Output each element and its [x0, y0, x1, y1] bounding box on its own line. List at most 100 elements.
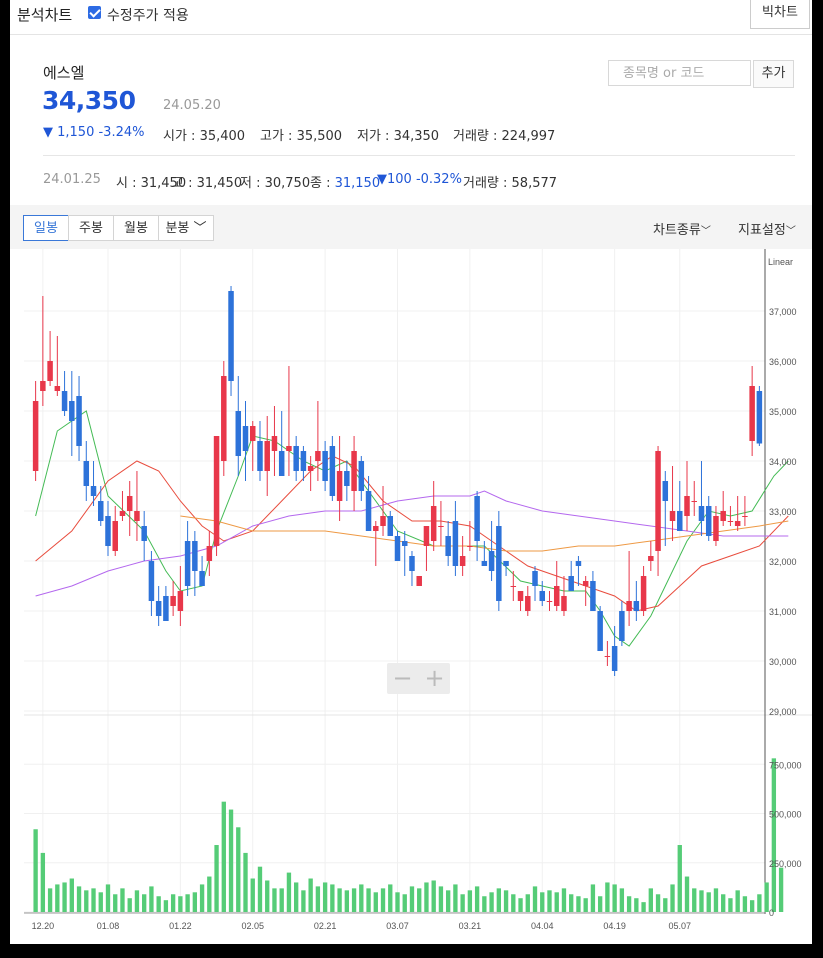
tab-daily[interactable]: 일봉: [23, 215, 69, 241]
chart-type-menu[interactable]: 차트종류﹀: [653, 219, 711, 238]
volume-bar: [315, 886, 321, 912]
candle-body: [517, 591, 524, 601]
tab-weekly[interactable]: 주봉: [68, 215, 114, 241]
volume-bar: [134, 890, 140, 912]
volume-tick-label: 750,000: [769, 760, 802, 770]
candle-body: [742, 516, 748, 517]
volume-bar: [489, 892, 494, 912]
indicator-settings-menu[interactable]: 지표설정﹀: [738, 219, 796, 238]
volume-bar: [547, 890, 552, 912]
volume-tick-label: 500,000: [769, 810, 802, 820]
volume-bar: [55, 884, 60, 912]
candle-body: [401, 541, 408, 546]
candle-body: [257, 441, 263, 471]
price-chart[interactable]: Linear 37,000 36,000 35,000 34,000 33,000 32,0…: [10, 249, 812, 944]
big-chart-button[interactable]: 빅차트: [750, 0, 810, 29]
volume-tick-label: 0: [769, 908, 774, 918]
candle-body: [720, 511, 726, 521]
candle-body: [40, 381, 46, 391]
tab-monthly[interactable]: 월봉: [113, 215, 159, 241]
candle-body: [430, 506, 437, 541]
volume-bar: [532, 886, 538, 912]
volume-bar: [322, 882, 328, 912]
trade-volume: 거래량 : 224,997: [453, 129, 556, 144]
volume-bar: [272, 888, 277, 912]
volume-bar: [453, 884, 458, 912]
tab-minute[interactable]: 분봉 ﹀: [158, 215, 214, 241]
candle-body: [199, 571, 205, 586]
stock-search-input[interactable]: 종목명 or 코드: [608, 60, 751, 86]
volume-bar: [163, 900, 169, 912]
candle-body: [604, 656, 611, 657]
candle-body: [713, 516, 719, 541]
candle-body: [438, 526, 444, 527]
volume-bar: [735, 890, 740, 912]
zoom-in-button[interactable]: +: [419, 664, 450, 692]
volume-bar: [561, 888, 567, 912]
volume-bar: [482, 896, 487, 912]
volume-bar: [605, 882, 610, 912]
volume-bar: [395, 892, 400, 912]
volume-bar: [91, 888, 96, 912]
candle-body: [119, 511, 126, 516]
candle-body: [539, 591, 546, 601]
price-tick-label: 32,000: [769, 557, 797, 567]
adjusted-price-checkbox[interactable]: [88, 6, 101, 19]
price-tick-label: 34,000: [769, 457, 797, 467]
volume-bar: [127, 898, 132, 912]
volume-bar: [778, 867, 784, 912]
candle-body: [669, 511, 676, 521]
candle-body: [467, 546, 473, 547]
candle-body: [532, 571, 538, 586]
volume-bar: [337, 888, 342, 912]
date-tick-label: 04.04: [531, 921, 554, 931]
chevron-down-icon: ﹀: [193, 221, 207, 236]
volume-bar: [503, 890, 509, 912]
price-tick-label: 35,000: [769, 407, 797, 417]
zoom-out-button[interactable]: −: [387, 664, 418, 692]
add-button[interactable]: 추가: [753, 60, 794, 88]
price-tick-label: 36,000: [769, 357, 797, 367]
volume-bar: [113, 894, 118, 912]
price-tick-label: 33,000: [769, 507, 797, 517]
history-close: 종 : 31,150: [310, 172, 380, 191]
candle-body: [409, 556, 415, 571]
candle-body: [170, 596, 176, 606]
adjusted-price-label[interactable]: 수정주가 적용: [107, 5, 189, 25]
candle-body: [734, 521, 741, 526]
date-tick-label: 02.21: [314, 921, 337, 931]
volume-bar: [474, 886, 480, 912]
candle-body: [677, 511, 683, 531]
candle-body: [134, 511, 140, 521]
volume-bar: [713, 888, 719, 912]
candle-body: [416, 576, 422, 586]
volume-bar: [554, 892, 559, 912]
volume-bar: [120, 888, 125, 912]
candle-body: [423, 526, 430, 546]
volume-bar: [257, 866, 263, 912]
volume-bar: [105, 884, 111, 912]
candle-body: [235, 411, 242, 456]
candle-body: [640, 576, 647, 611]
volume-bar: [40, 852, 46, 912]
window-title: 분석차트: [17, 6, 73, 24]
candle-body: [684, 496, 690, 516]
volume-bar: [511, 894, 516, 912]
volume-bar: [308, 878, 313, 912]
candle-body: [90, 486, 97, 496]
chevron-down-icon: ﹀: [785, 226, 796, 237]
candle-body: [387, 516, 394, 536]
candle-body: [192, 541, 198, 571]
candle-body: [242, 426, 249, 451]
volume-bar: [207, 876, 212, 912]
candle-body: [459, 556, 466, 566]
candle-body: [155, 601, 162, 616]
volume-bar: [98, 892, 103, 912]
volume-bar: [619, 888, 625, 912]
candle-body: [445, 536, 451, 556]
volume-bar: [388, 884, 393, 912]
candle-body: [105, 516, 111, 546]
history-volume: 거래량 : 58,577: [463, 176, 558, 191]
volume-bar: [76, 886, 82, 912]
moving-average-line: [35, 455, 789, 612]
